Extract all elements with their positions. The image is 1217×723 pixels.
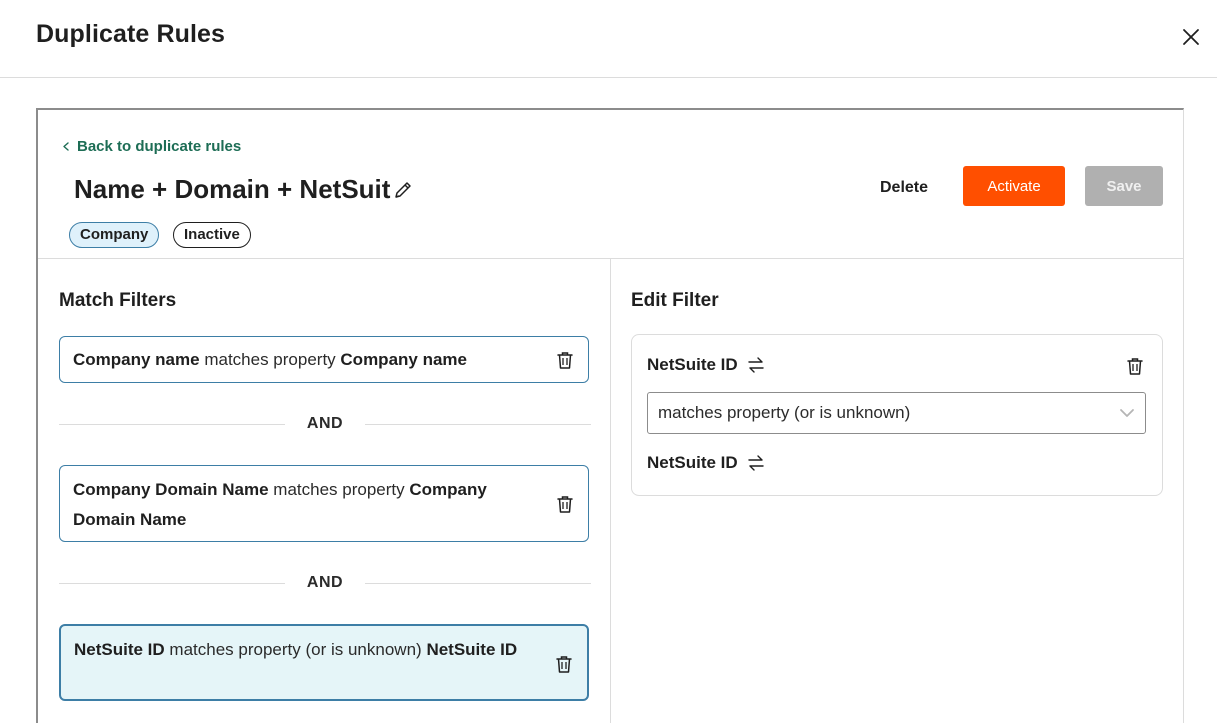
swap-arrows-icon[interactable]	[746, 356, 766, 374]
object-tag: Company	[69, 222, 160, 248]
and-connector: AND	[59, 573, 591, 593]
operator-select-value: matches property (or is unknown)	[658, 403, 911, 422]
status-badge: Inactive	[173, 222, 251, 248]
rule-title-text: Name + Domain + NetSuit	[74, 174, 391, 204]
trash-icon[interactable]	[555, 654, 573, 674]
filter-property: Company name	[73, 350, 200, 369]
swap-arrows-icon[interactable]	[746, 454, 766, 472]
and-connector: AND	[59, 414, 591, 434]
close-button[interactable]	[1176, 22, 1206, 52]
match-filters-title: Match Filters	[59, 290, 177, 311]
back-to-rules-link[interactable]: Back to duplicate rules	[62, 138, 241, 155]
pencil-icon[interactable]	[392, 179, 414, 201]
rule-editor-panel: Back to duplicate rules Name + Domain + …	[36, 108, 1184, 723]
save-button[interactable]: Save	[1085, 166, 1163, 206]
edit-filter-card: NetSuite ID matches property (or is unkn…	[631, 334, 1163, 496]
source-property[interactable]: NetSuite ID	[647, 355, 766, 375]
source-property-label: NetSuite ID	[647, 355, 738, 374]
target-property-label: NetSuite ID	[647, 453, 738, 472]
header-divider	[38, 258, 1184, 259]
match-filter-card-selected[interactable]: NetSuite ID matches property (or is unkn…	[59, 624, 589, 701]
filter-target: NetSuite ID	[426, 640, 518, 659]
column-divider	[610, 259, 611, 723]
close-icon	[1183, 29, 1199, 45]
chevron-left-icon	[63, 142, 69, 151]
operator-select[interactable]: matches property (or is unknown)	[647, 392, 1146, 434]
filter-operator: matches property (or is unknown)	[169, 640, 422, 659]
filter-target: Company name	[340, 350, 467, 369]
filter-property: Company Domain Name	[73, 480, 269, 499]
filter-property: NetSuite ID	[74, 640, 165, 659]
modal-title: Duplicate Rules	[36, 20, 226, 48]
edit-filter-title: Edit Filter	[631, 290, 719, 311]
filter-operator: matches property	[273, 480, 405, 499]
activate-button[interactable]: Activate	[963, 166, 1065, 206]
modal-header: Duplicate Rules	[0, 0, 1217, 78]
chevron-down-icon	[1120, 409, 1134, 417]
rule-title: Name + Domain + NetSuit	[74, 174, 414, 205]
trash-icon[interactable]	[1126, 356, 1144, 376]
delete-button[interactable]: Delete	[862, 168, 946, 208]
trash-icon[interactable]	[556, 350, 574, 370]
and-label: AND	[306, 415, 344, 432]
match-filter-card[interactable]: Company name matches property Company na…	[59, 336, 589, 383]
back-link-label: Back to duplicate rules	[77, 138, 242, 155]
and-label: AND	[306, 574, 344, 591]
trash-icon[interactable]	[556, 494, 574, 514]
target-property[interactable]: NetSuite ID	[647, 453, 766, 473]
match-filter-card[interactable]: Company Domain Name matches property Com…	[59, 465, 589, 542]
filter-operator: matches property	[204, 350, 336, 369]
